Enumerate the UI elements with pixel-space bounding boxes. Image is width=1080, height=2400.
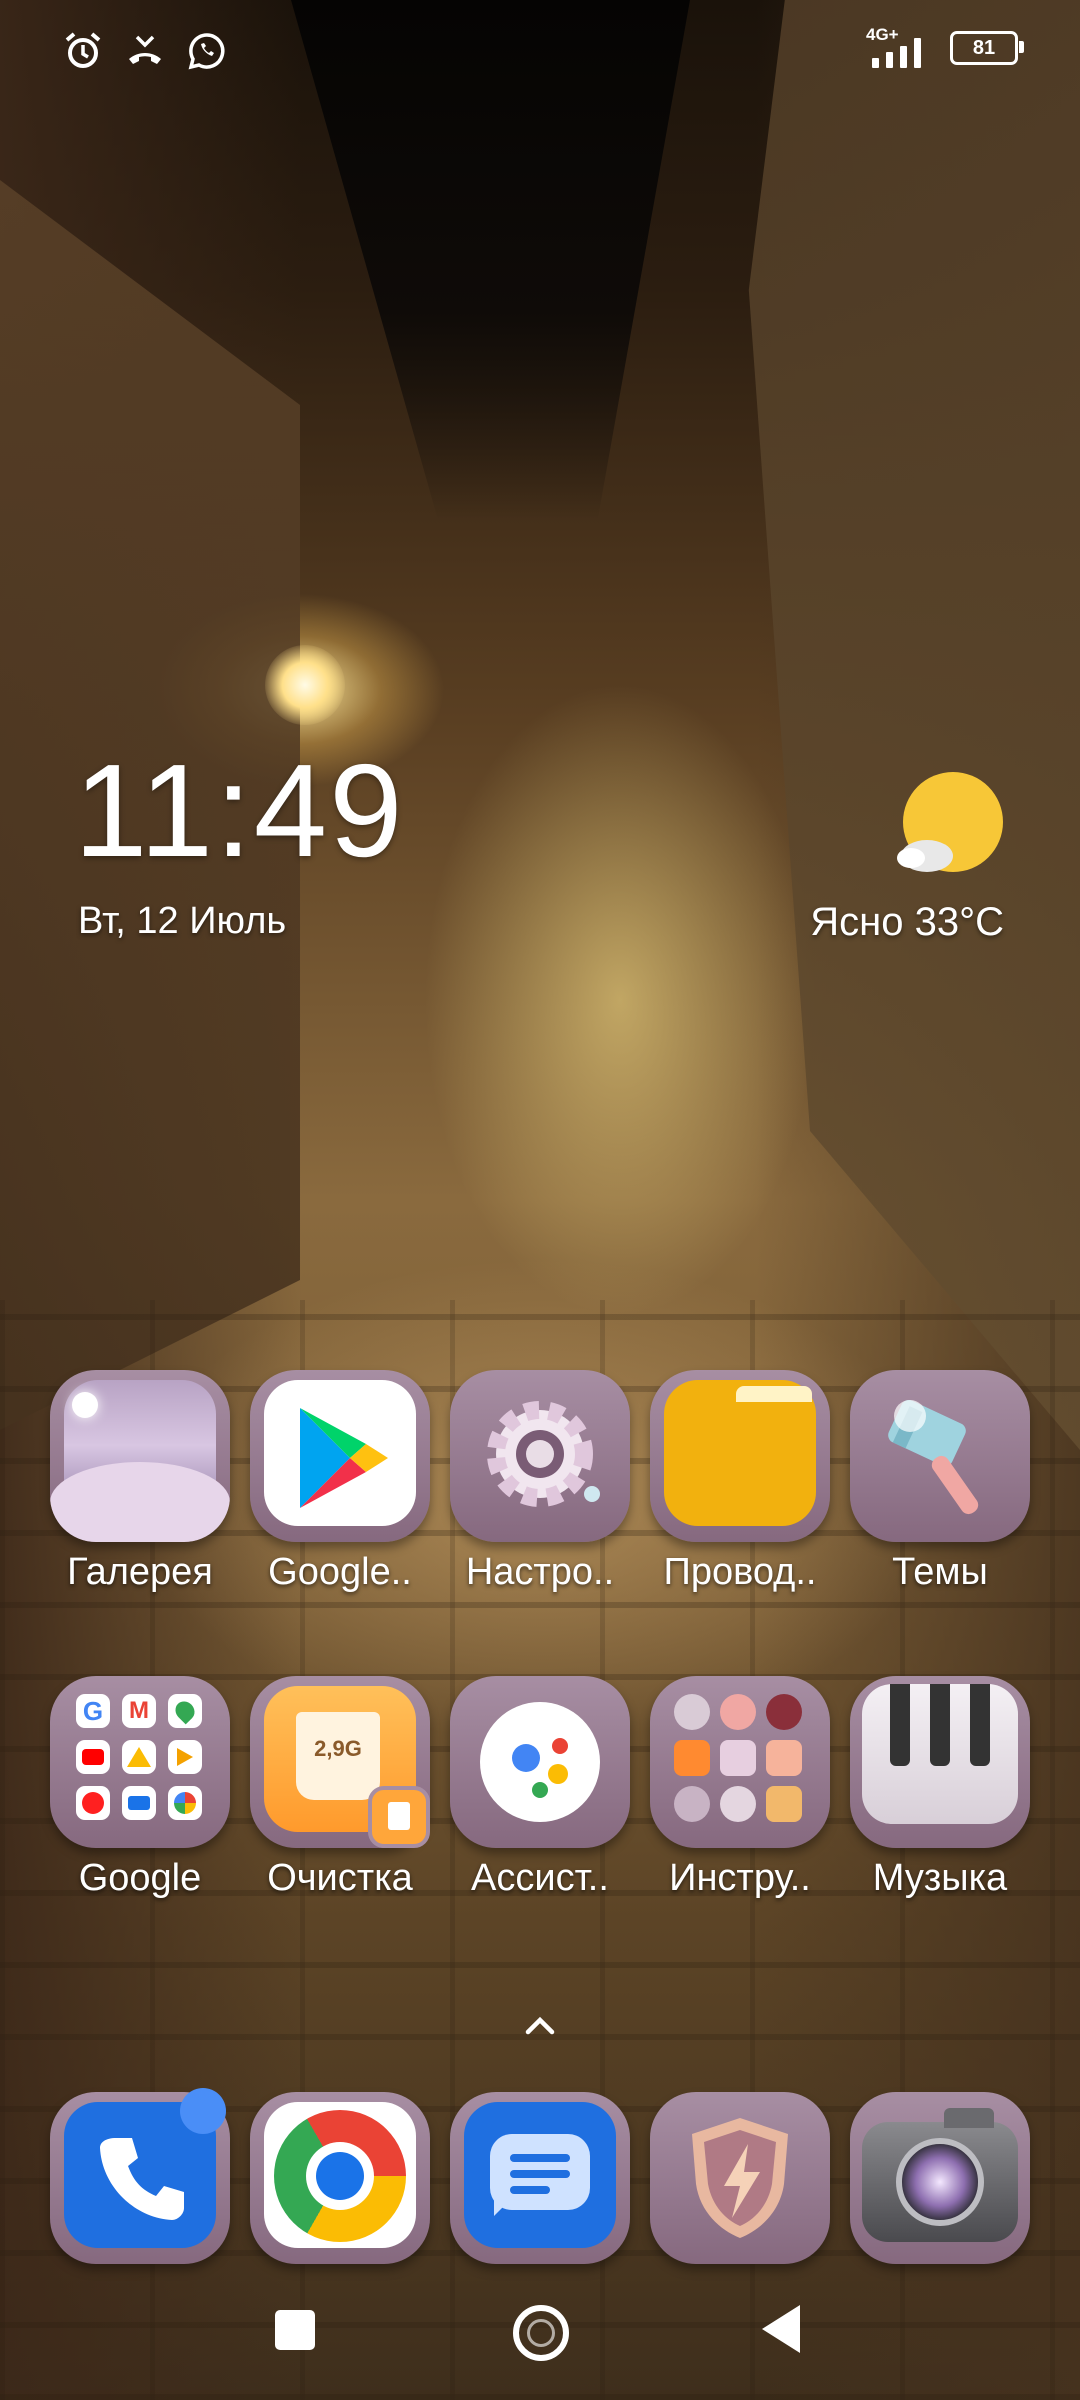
app-gallery[interactable]: Галерея xyxy=(50,1370,230,1594)
recent-apps-button[interactable] xyxy=(275,2310,315,2350)
dock-messages[interactable] xyxy=(450,2092,630,2264)
settings-gear-icon xyxy=(450,1370,630,1542)
app-tools-folder[interactable]: Инстру.. xyxy=(650,1676,830,1900)
paintbrush-icon xyxy=(850,1370,1030,1542)
camera-icon xyxy=(850,2092,1030,2264)
app-settings[interactable]: Настро.. xyxy=(450,1370,630,1594)
status-left-icons xyxy=(62,30,228,72)
gallery-icon xyxy=(50,1370,230,1542)
app-cleaner[interactable]: 2,9G Очистка xyxy=(250,1676,430,1900)
tools-folder-icon xyxy=(650,1676,830,1848)
app-drawer-arrow-icon[interactable] xyxy=(524,2012,556,2036)
app-label: Инстру.. xyxy=(669,1857,811,1899)
weather-summary[interactable]: Ясно 33°C xyxy=(810,900,1004,945)
back-button[interactable] xyxy=(762,2305,800,2353)
app-label: Музыка xyxy=(872,1857,1008,1899)
app-label: Google xyxy=(78,1857,202,1899)
messages-icon xyxy=(450,2092,630,2264)
app-label: Очистка xyxy=(267,1857,413,1899)
piano-icon xyxy=(850,1676,1030,1848)
dock-security[interactable] xyxy=(650,2092,830,2264)
whatsapp-icon xyxy=(186,30,228,72)
app-file-manager[interactable]: Провод.. xyxy=(650,1370,830,1594)
cleaner-icon: 2,9G xyxy=(250,1676,430,1848)
dock-camera[interactable] xyxy=(850,2092,1030,2264)
battery-level: 81 xyxy=(972,36,996,59)
assistant-icon xyxy=(450,1676,630,1848)
app-label: Ассист.. xyxy=(471,1857,609,1899)
app-google-folder[interactable]: G M Google xyxy=(50,1676,230,1900)
clock-date[interactable]: Вт, 12 Июль xyxy=(78,900,286,943)
app-label: Темы xyxy=(892,1551,988,1593)
google-folder-icon: G M xyxy=(50,1676,230,1848)
app-label: Галерея xyxy=(67,1551,213,1593)
app-label: Настро.. xyxy=(465,1551,615,1593)
network-type: 4G+ xyxy=(866,25,899,44)
app-assistant[interactable]: Ассист.. xyxy=(450,1676,630,1900)
play-store-icon xyxy=(250,1370,430,1542)
chrome-icon xyxy=(250,2092,430,2264)
wallpaper-right-wall xyxy=(748,0,1080,1450)
notification-dot xyxy=(180,2088,226,2134)
app-music[interactable]: Музыка xyxy=(850,1676,1030,1900)
app-label: Google.. xyxy=(268,1551,412,1593)
battery-icon: 81 xyxy=(950,31,1024,65)
status-bar: 4G+ 81 xyxy=(0,0,1080,100)
phone-icon xyxy=(50,2088,230,2264)
app-label: Провод.. xyxy=(663,1551,817,1593)
signal-strength-icon: 4G+ xyxy=(866,25,928,68)
sun-with-cloud-icon[interactable] xyxy=(893,770,1013,880)
dock-phone[interactable] xyxy=(50,2088,230,2264)
missed-call-icon xyxy=(124,30,166,72)
cleaner-size-badge: 2,9G xyxy=(314,1736,362,1761)
dock-chrome[interactable] xyxy=(250,2092,430,2264)
home-button[interactable] xyxy=(513,2305,569,2361)
app-play-store[interactable]: Google.. xyxy=(250,1370,430,1594)
wallpaper-lamp xyxy=(265,645,345,725)
status-right-icons: 4G+ 81 xyxy=(866,25,1024,68)
security-shield-icon xyxy=(650,2092,830,2264)
alarm-icon xyxy=(62,30,104,72)
clock-time[interactable]: 11:49 xyxy=(74,745,405,877)
folder-icon xyxy=(650,1370,830,1542)
app-themes[interactable]: Темы xyxy=(850,1370,1030,1594)
